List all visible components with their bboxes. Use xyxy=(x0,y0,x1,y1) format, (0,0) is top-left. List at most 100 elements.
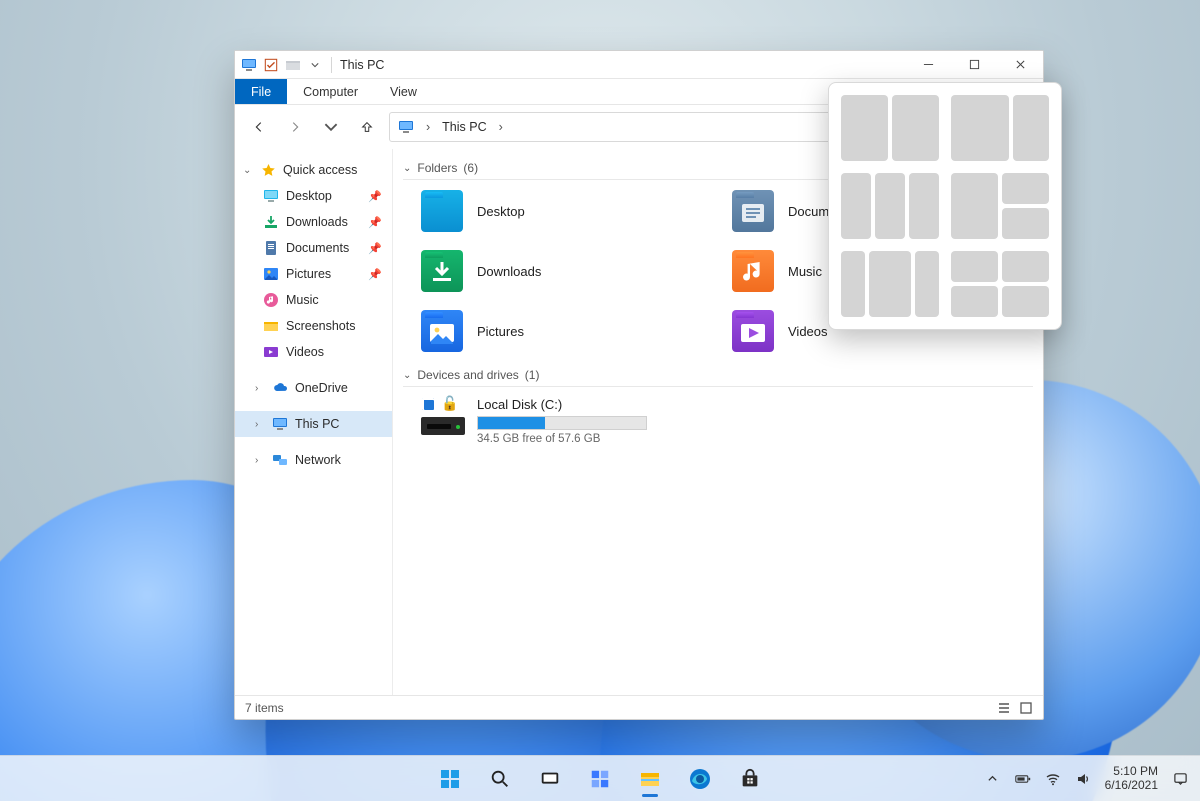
chevron-down-icon[interactable]: ⌄ xyxy=(403,163,411,174)
snap-layout-4grid[interactable] xyxy=(951,251,1049,317)
sidebar-item-label: This PC xyxy=(295,417,339,431)
sidebar-item-downloads[interactable]: Downloads 📌 xyxy=(235,209,392,235)
sidebar-item-documents[interactable]: Documents 📌 xyxy=(235,235,392,261)
tray-overflow-icon[interactable] xyxy=(985,771,1001,787)
thispc-icon xyxy=(241,57,257,73)
chevron-down-icon[interactable]: ⌄ xyxy=(243,165,253,176)
documents-icon xyxy=(263,240,279,256)
downloads-folder-icon xyxy=(421,250,463,292)
ribbon-tab-file[interactable]: File xyxy=(235,79,287,104)
drive-icon: 🔓 xyxy=(421,397,465,435)
new-folder-icon[interactable] xyxy=(285,57,301,73)
music-folder-icon xyxy=(732,250,774,292)
properties-icon[interactable] xyxy=(263,57,279,73)
sidebar-item-label: Music xyxy=(286,293,319,307)
sidebar-item-music[interactable]: Music xyxy=(235,287,392,313)
videos-folder-icon xyxy=(732,310,774,352)
up-button[interactable] xyxy=(353,113,381,141)
drive-free-text: 34.5 GB free of 57.6 GB xyxy=(477,433,647,445)
view-large-icon[interactable] xyxy=(1019,701,1033,715)
desktop-folder-icon xyxy=(421,190,463,232)
snap-layout-1-2split[interactable] xyxy=(951,173,1049,239)
chevron-down-icon[interactable]: ⌄ xyxy=(403,370,411,381)
sidebar-item-screenshots[interactable]: Screenshots xyxy=(235,313,392,339)
folder-tile-downloads[interactable]: Downloads xyxy=(421,250,722,292)
taskbar-edge[interactable] xyxy=(680,759,720,799)
sidebar-item-onedrive[interactable]: › OneDrive xyxy=(235,375,392,401)
screenshots-icon xyxy=(263,318,279,334)
documents-folder-icon xyxy=(732,190,774,232)
folder-tile-label: Music xyxy=(788,264,822,279)
sidebar-item-desktop[interactable]: Desktop📌 xyxy=(235,183,392,209)
pin-icon: 📌 xyxy=(368,242,382,255)
chevron-right-icon[interactable]: › xyxy=(255,419,265,430)
taskbar-search[interactable] xyxy=(480,759,520,799)
quick-access-toolbar xyxy=(241,57,323,73)
sidebar-item-label: Screenshots xyxy=(286,319,355,333)
chevron-right-icon[interactable]: › xyxy=(255,383,265,394)
status-item-count: 7 items xyxy=(245,701,284,715)
snap-layout-3col[interactable] xyxy=(841,173,939,239)
thispc-icon xyxy=(272,416,288,432)
taskbar-widgets[interactable] xyxy=(580,759,620,799)
pin-icon: 📌 xyxy=(368,190,382,203)
sidebar-item-label: Quick access xyxy=(283,163,357,177)
taskbar-center xyxy=(430,759,770,799)
taskbar: 5:10 PM 6/16/2021 xyxy=(0,755,1200,801)
taskbar-taskview[interactable] xyxy=(530,759,570,799)
sidebar-item-videos[interactable]: Videos xyxy=(235,339,392,365)
music-icon xyxy=(263,292,279,308)
folder-tile-label: Downloads xyxy=(477,264,541,279)
thispc-icon xyxy=(398,119,414,135)
titlebar[interactable]: This PC xyxy=(235,51,1043,79)
sidebar-item-label: Network xyxy=(295,453,341,467)
snap-layouts-flyout xyxy=(828,82,1062,330)
taskbar-clock[interactable]: 5:10 PM 6/16/2021 xyxy=(1105,765,1158,793)
wifi-icon[interactable] xyxy=(1045,771,1061,787)
ribbon-tab-view[interactable]: View xyxy=(374,79,433,104)
status-bar: 7 items xyxy=(235,695,1043,719)
breadcrumb-thispc[interactable]: This PC xyxy=(442,120,486,134)
cloud-icon xyxy=(272,380,288,396)
back-button[interactable] xyxy=(245,113,273,141)
battery-icon[interactable] xyxy=(1015,771,1031,787)
folder-tile-label: Desktop xyxy=(477,204,525,219)
navigation-pane: ⌄ Quick access Desktop📌Downloads📌Documen… xyxy=(235,149,393,695)
drive-name: Local Disk (C:) xyxy=(477,397,647,412)
sidebar-item-pictures[interactable]: Pictures 📌 xyxy=(235,261,392,287)
folder-tile-desktop[interactable]: Desktop xyxy=(421,190,722,232)
pictures-icon xyxy=(263,266,279,282)
sidebar-item-label: Pictures xyxy=(286,267,331,281)
snap-layout-3col-center[interactable] xyxy=(841,251,939,317)
history-dropdown[interactable] xyxy=(317,113,345,141)
volume-icon[interactable] xyxy=(1075,771,1091,787)
notifications-icon[interactable] xyxy=(1172,771,1188,787)
minimize-button[interactable] xyxy=(905,51,951,79)
sidebar-item-label: Downloads xyxy=(286,215,348,229)
snap-layout-2col[interactable] xyxy=(841,95,939,161)
view-details-icon[interactable] xyxy=(997,701,1011,715)
downloads-icon xyxy=(263,214,279,230)
group-header-drives[interactable]: ⌄ Devices and drives (1) xyxy=(403,366,1033,387)
folder-tile-label: Videos xyxy=(788,324,828,339)
folder-tile-pictures[interactable]: Pictures xyxy=(421,310,722,352)
start-button[interactable] xyxy=(430,759,470,799)
forward-button[interactable] xyxy=(281,113,309,141)
close-button[interactable] xyxy=(997,51,1043,79)
pin-icon: 📌 xyxy=(368,216,382,229)
taskbar-file-explorer[interactable] xyxy=(630,759,670,799)
sidebar-item-quick-access[interactable]: ⌄ Quick access xyxy=(235,157,392,183)
pin-icon: 📌 xyxy=(368,268,382,281)
taskbar-store[interactable] xyxy=(730,759,770,799)
sidebar-item-thispc[interactable]: › This PC xyxy=(235,411,392,437)
sidebar-item-label: OneDrive xyxy=(295,381,348,395)
maximize-button[interactable] xyxy=(951,51,997,79)
qat-dropdown-icon[interactable] xyxy=(307,57,323,73)
drive-item[interactable]: 🔓 Local Disk (C:) 34.5 GB free of 57.6 G… xyxy=(403,397,1033,445)
sidebar-item-network[interactable]: › Network xyxy=(235,447,392,473)
chevron-right-icon[interactable]: › xyxy=(255,455,265,466)
snap-layout-2col-wide[interactable] xyxy=(951,95,1049,161)
sidebar-item-label: Documents xyxy=(286,241,349,255)
ribbon-tab-computer[interactable]: Computer xyxy=(287,79,374,104)
sidebar-item-label: Videos xyxy=(286,345,324,359)
